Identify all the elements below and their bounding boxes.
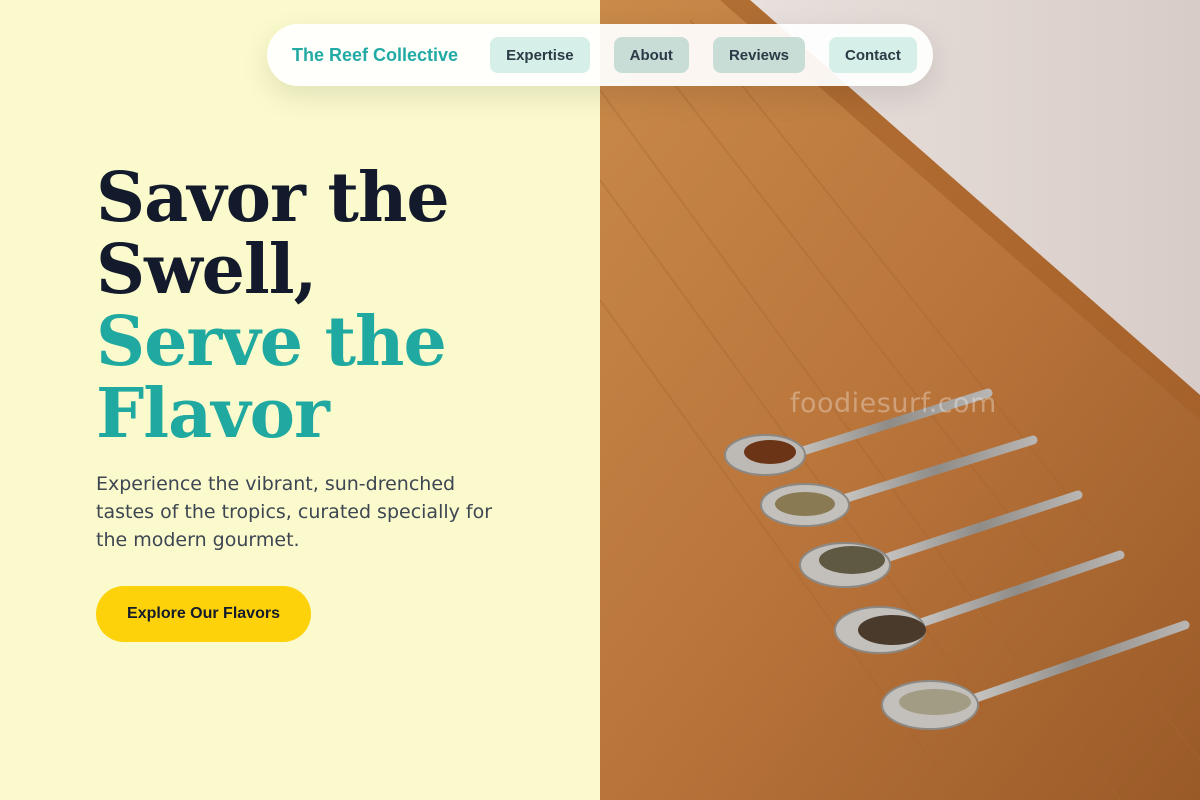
top-navigation: The Reef Collective Expertise About Revi…	[267, 24, 933, 86]
nav-link-contact[interactable]: Contact	[828, 37, 917, 73]
explore-flavors-button[interactable]: Explore Our Flavors	[96, 586, 311, 642]
nav-links: Expertise About Reviews Contact	[490, 37, 917, 73]
watermark-text: foodiesurf.com	[790, 388, 997, 419]
nav-link-reviews[interactable]: Reviews	[712, 37, 805, 73]
hero-subtitle: Experience the vibrant, sun-drenched tas…	[96, 473, 493, 551]
headline-line-1: Savor the	[96, 158, 450, 238]
headline-line-4: Flavor	[96, 374, 330, 454]
headline-line-3: Serve the	[96, 302, 447, 382]
brand-logo-text[interactable]: The Reef Collective	[292, 45, 458, 66]
nav-link-about[interactable]: About	[613, 37, 689, 73]
hero-headline: Savor the Swell, Serve the Flavor	[96, 162, 566, 450]
headline-line-2: Swell,	[96, 230, 317, 310]
nav-link-expertise[interactable]: Expertise	[490, 37, 590, 73]
